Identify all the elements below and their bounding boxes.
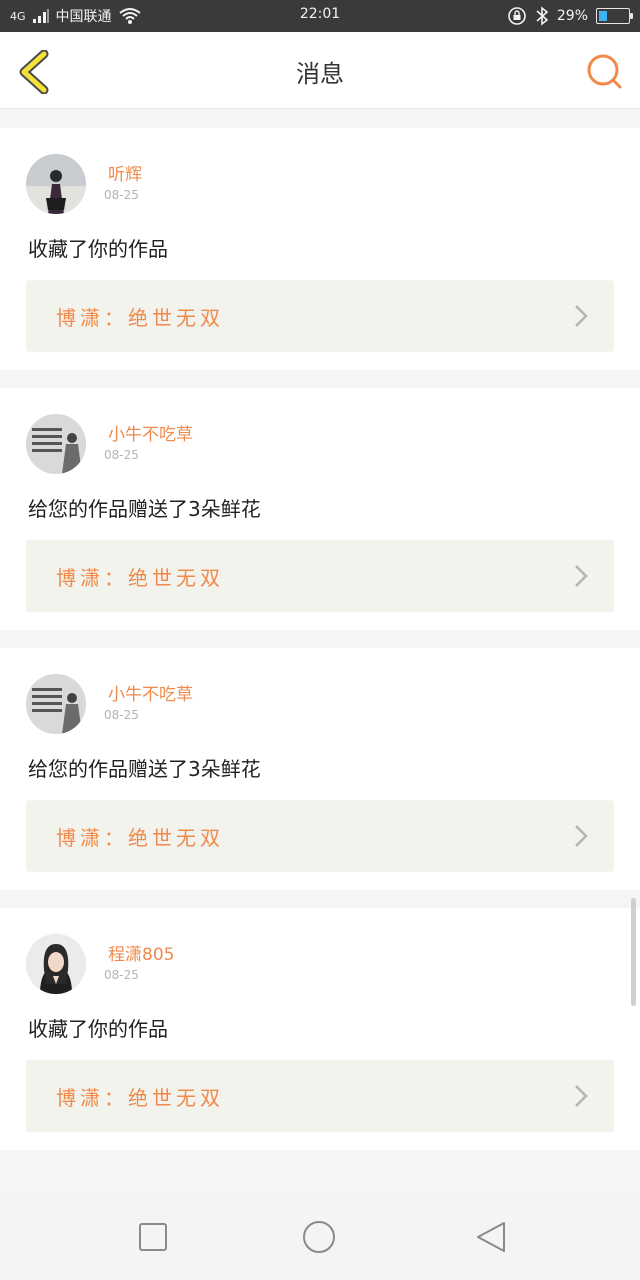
home-icon[interactable]	[302, 1220, 336, 1254]
user-name[interactable]: 听辉	[108, 160, 142, 185]
avatar[interactable]	[26, 934, 86, 994]
bluetooth-icon	[536, 6, 549, 26]
message-card: 程潇805 08-25 收藏了你的作品 博潇：绝世无双	[0, 908, 640, 1150]
user-name[interactable]: 小牛不吃草	[108, 680, 193, 705]
battery-level	[599, 11, 608, 21]
work-title: 博潇：绝世无双	[56, 826, 224, 850]
message-text: 收藏了你的作品	[28, 1017, 168, 1041]
chevron-right-icon	[575, 1085, 588, 1107]
message-date: 08-25	[104, 448, 139, 462]
work-title: 博潇：绝世无双	[56, 1086, 224, 1110]
scrollbar[interactable]	[631, 898, 636, 1006]
work-link[interactable]: 博潇：绝世无双	[26, 280, 614, 352]
chevron-right-icon	[575, 305, 588, 327]
work-title: 博潇：绝世无双	[56, 566, 224, 590]
chevron-right-icon	[575, 565, 588, 587]
back-triangle-icon[interactable]	[474, 1220, 508, 1254]
work-link[interactable]: 博潇：绝世无双	[26, 800, 614, 872]
work-title: 博潇：绝世无双	[56, 306, 224, 330]
user-name[interactable]: 小牛不吃草	[108, 420, 193, 445]
avatar[interactable]	[26, 154, 86, 214]
work-link[interactable]: 博潇：绝世无双	[26, 1060, 614, 1132]
battery-icon	[596, 8, 633, 24]
message-text: 给您的作品赠送了3朵鲜花	[28, 497, 261, 521]
search-icon[interactable]	[584, 52, 624, 92]
app-header: 消息	[0, 32, 640, 109]
message-card: 小牛不吃草 08-25 给您的作品赠送了3朵鲜花 博潇：绝世无双	[0, 648, 640, 890]
avatar[interactable]	[26, 674, 86, 734]
message-date: 08-25	[104, 968, 139, 982]
recent-apps-icon[interactable]	[136, 1220, 170, 1254]
status-bar: 4G 中国联通 22:01 29%	[0, 0, 640, 32]
message-text: 给您的作品赠送了3朵鲜花	[28, 757, 261, 781]
message-list: 听辉 08-25 收藏了你的作品 博潇：绝世无双 小牛不吃草 08-25 给您的…	[0, 128, 640, 1168]
message-date: 08-25	[104, 188, 139, 202]
user-name[interactable]: 程潇805	[108, 940, 174, 965]
message-text: 收藏了你的作品	[28, 237, 168, 261]
avatar[interactable]	[26, 414, 86, 474]
page-title: 消息	[296, 60, 344, 88]
battery-percent: 29%	[556, 8, 588, 24]
rotation-lock-icon	[508, 7, 526, 25]
chevron-right-icon	[575, 825, 588, 847]
status-right: 29%	[507, 6, 633, 26]
message-card: 听辉 08-25 收藏了你的作品 博潇：绝世无双	[0, 128, 640, 370]
message-date: 08-25	[104, 708, 139, 722]
message-card: 小牛不吃草 08-25 给您的作品赠送了3朵鲜花 博潇：绝世无双	[0, 388, 640, 630]
work-link[interactable]: 博潇：绝世无双	[26, 540, 614, 612]
system-nav-bar	[0, 1194, 640, 1280]
